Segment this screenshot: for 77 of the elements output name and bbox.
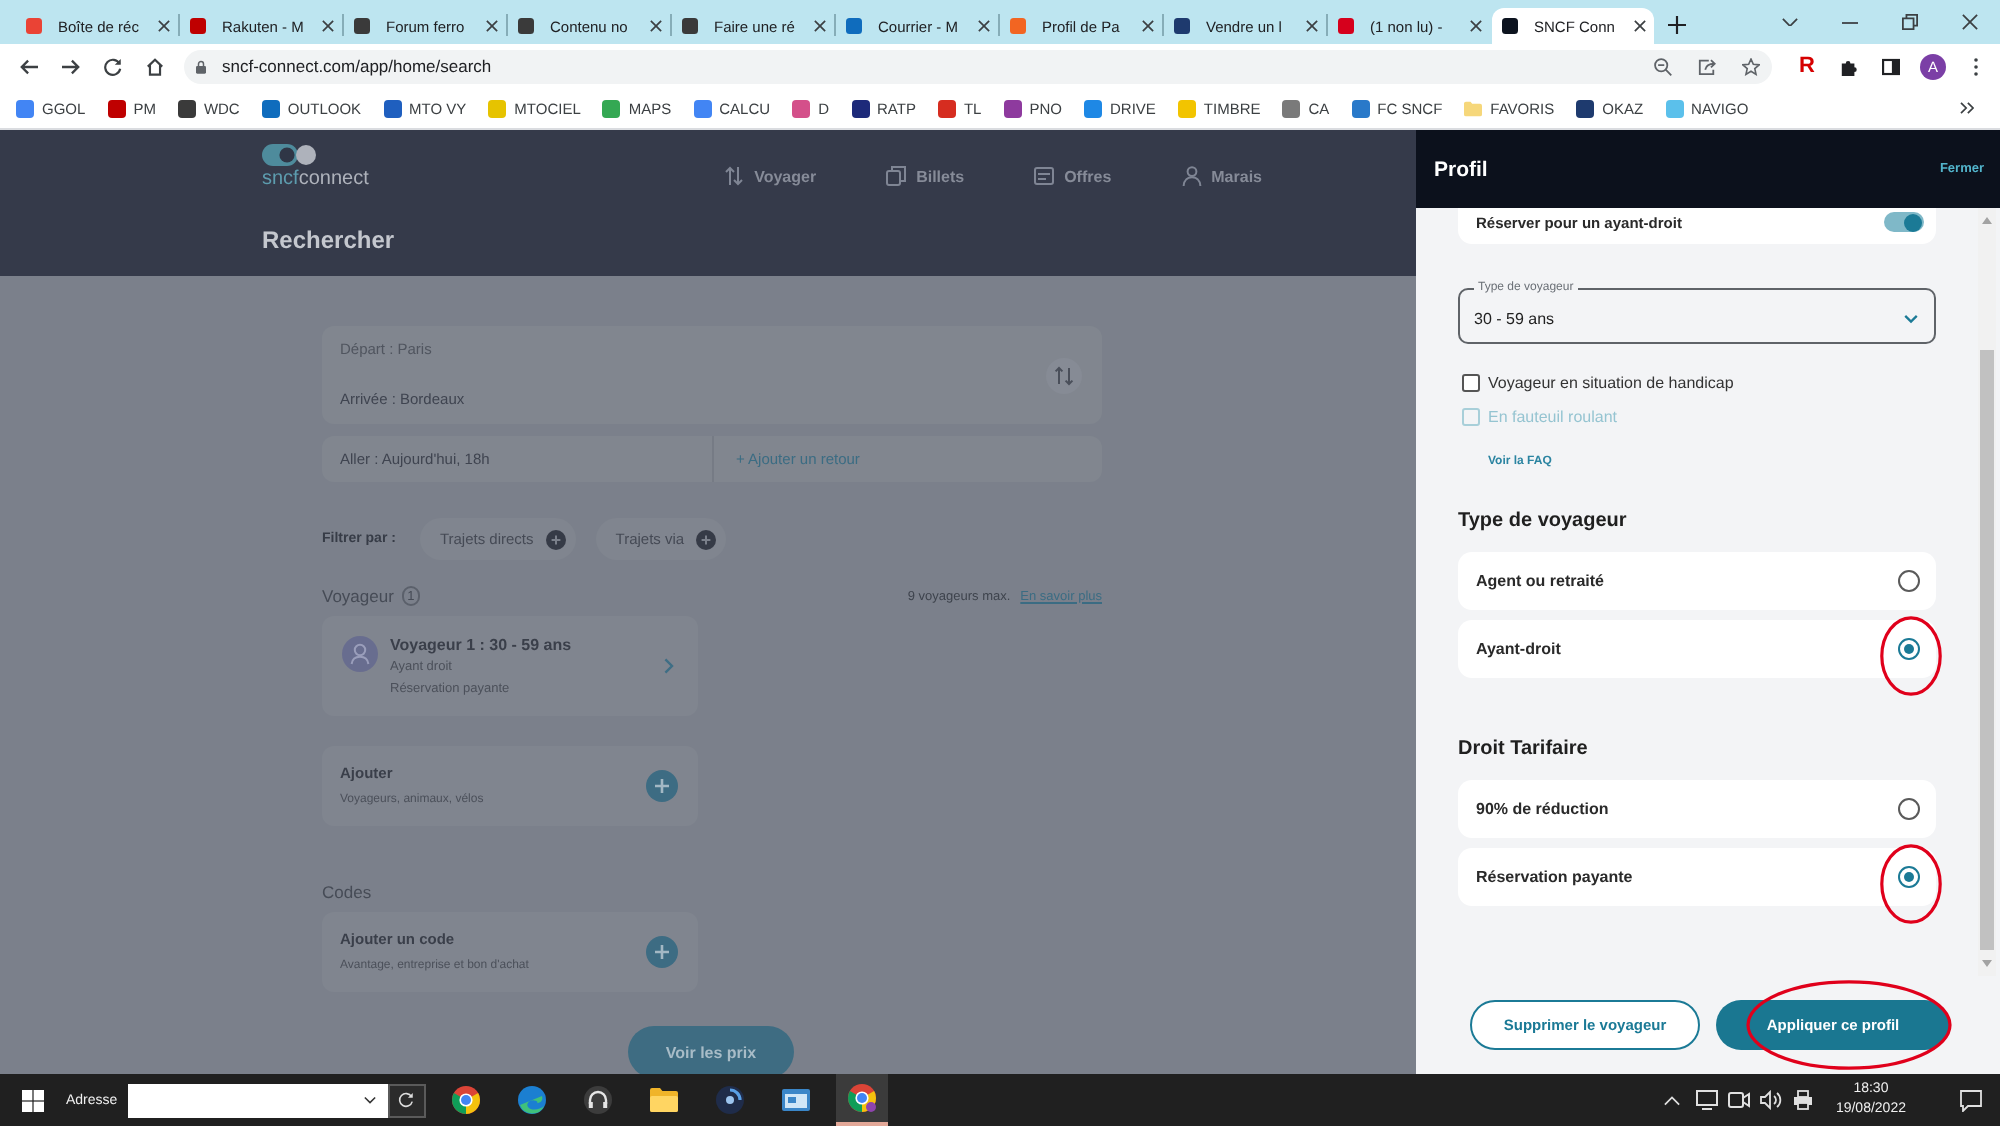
close-icon[interactable] bbox=[158, 20, 170, 32]
share-icon[interactable] bbox=[1697, 57, 1715, 75]
headphones-icon bbox=[583, 1086, 612, 1114]
toggle-switch[interactable] bbox=[1884, 212, 1924, 232]
home-icon[interactable] bbox=[146, 57, 164, 75]
chevron-down-icon bbox=[1904, 314, 1918, 324]
radio-button[interactable] bbox=[1898, 866, 1920, 888]
panel-title: Profil bbox=[1434, 157, 1488, 181]
browser-icon bbox=[847, 1084, 876, 1112]
section-heading: Type de voyageur bbox=[1458, 508, 1629, 536]
minimize-icon[interactable] bbox=[1842, 21, 1858, 23]
traveler-name: Voyageur 1 : 30 - 59 ans bbox=[390, 633, 572, 655]
plus-circle-icon bbox=[696, 529, 717, 549]
start-icon[interactable] bbox=[22, 1089, 44, 1111]
monitor-icon[interactable] bbox=[1695, 1090, 1718, 1110]
back-arrow-icon[interactable] bbox=[20, 57, 38, 75]
radio-option[interactable]: 90% de réduction bbox=[1458, 780, 1936, 838]
close-icon[interactable] bbox=[978, 20, 990, 32]
page-title: Rechercher bbox=[262, 226, 397, 254]
lock-icon bbox=[196, 59, 206, 73]
checkbox-label: Voyageur en situation de handicap bbox=[1488, 373, 1734, 391]
folder-icon bbox=[649, 1086, 678, 1114]
close-icon[interactable] bbox=[1962, 14, 1978, 30]
reload-icon bbox=[398, 1092, 415, 1108]
close-icon[interactable] bbox=[650, 20, 662, 32]
radio-option[interactable]: Réservation payante bbox=[1458, 848, 1936, 906]
radio-option[interactable]: Agent ou retraité bbox=[1458, 552, 1936, 610]
card-icon bbox=[1034, 166, 1055, 186]
puzzle-icon[interactable] bbox=[1840, 57, 1858, 75]
zoom-out-icon[interactable] bbox=[1653, 57, 1671, 75]
plus-circle-icon bbox=[646, 936, 678, 968]
restore-icon[interactable] bbox=[1902, 14, 1918, 30]
chevron-right-icon bbox=[664, 658, 674, 674]
notification-icon[interactable] bbox=[1960, 1089, 1982, 1111]
star-icon[interactable] bbox=[1741, 57, 1759, 75]
section-heading: Droit Tarifaire bbox=[1458, 736, 1590, 764]
checkbox-label: En fauteuil roulant bbox=[1488, 407, 1617, 425]
logo-wordmark: sncfconnect bbox=[262, 168, 369, 190]
avatar-icon bbox=[342, 636, 378, 672]
radio-button[interactable] bbox=[1898, 638, 1920, 660]
refresh-button[interactable] bbox=[387, 1083, 426, 1117]
browser-icon bbox=[451, 1086, 480, 1114]
person-icon bbox=[1181, 166, 1202, 186]
ticket-icon bbox=[886, 166, 907, 186]
disc-icon bbox=[715, 1086, 744, 1114]
chevron-down-icon[interactable] bbox=[363, 1096, 376, 1104]
chevron-down-icon[interactable] bbox=[1782, 17, 1798, 27]
plus-circle-icon bbox=[545, 529, 566, 549]
browser-icon bbox=[517, 1086, 546, 1114]
speaker-icon[interactable] bbox=[1759, 1090, 1782, 1110]
swap-arrows-icon bbox=[724, 166, 745, 186]
extension-button[interactable]: R bbox=[1786, 44, 1828, 88]
close-icon[interactable] bbox=[1142, 20, 1154, 32]
plus-icon[interactable] bbox=[1668, 16, 1686, 34]
forward-arrow-icon[interactable] bbox=[62, 57, 80, 75]
taskbar-app[interactable] bbox=[835, 1074, 888, 1126]
logo-icon bbox=[262, 144, 316, 166]
close-icon[interactable] bbox=[1634, 20, 1646, 32]
checkbox[interactable] bbox=[1462, 373, 1480, 391]
radio-button[interactable] bbox=[1898, 798, 1920, 820]
close-icon[interactable] bbox=[814, 20, 826, 32]
reload-icon[interactable] bbox=[104, 57, 122, 75]
side-panel-icon[interactable] bbox=[1882, 57, 1900, 75]
close-icon[interactable] bbox=[486, 20, 498, 32]
plus-circle-icon bbox=[646, 770, 678, 802]
camera-icon[interactable] bbox=[1727, 1090, 1750, 1110]
radio-button[interactable] bbox=[1898, 570, 1920, 592]
printer-icon[interactable] bbox=[1791, 1090, 1814, 1110]
close-icon[interactable] bbox=[1306, 20, 1318, 32]
address-bar[interactable]: sncf-connect.com/app/home/search bbox=[184, 49, 1772, 83]
chevron-up-icon[interactable] bbox=[1663, 1095, 1680, 1105]
radio-option[interactable]: Ayant-droit bbox=[1458, 620, 1936, 678]
double-chevron-icon[interactable] bbox=[1960, 102, 1974, 114]
window-icon bbox=[781, 1086, 810, 1114]
address-field[interactable] bbox=[127, 1083, 388, 1117]
close-icon[interactable] bbox=[322, 20, 334, 32]
close-icon[interactable] bbox=[1470, 20, 1482, 32]
